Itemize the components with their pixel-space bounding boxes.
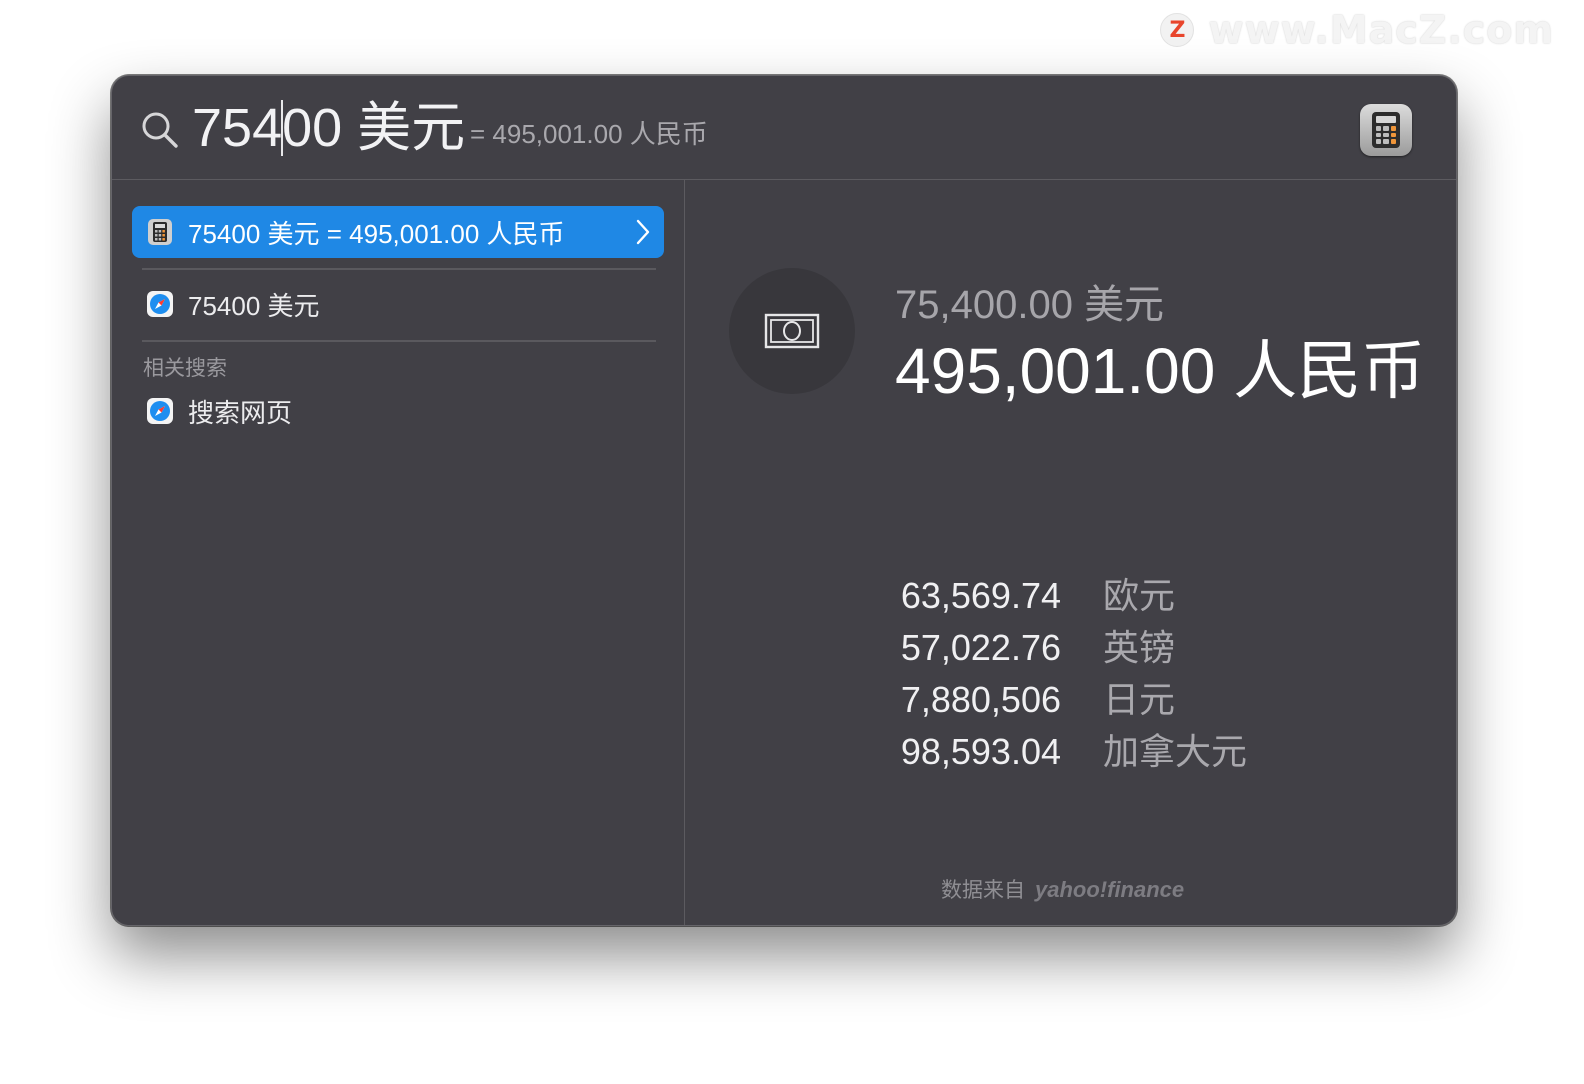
result-label: 75400 美元 = 495,001.00 人民币	[188, 218, 565, 249]
query-text-before-caret: 754	[192, 98, 283, 158]
converted-amount: 495,001.00 人民币	[895, 335, 1426, 407]
search-icon	[142, 112, 178, 148]
chevron-right-icon	[636, 219, 650, 245]
result-item-search-web[interactable]: 搜索网页	[132, 385, 664, 437]
query-text-after-caret: 00 美元	[282, 98, 466, 158]
section-header-related: 相关搜索	[143, 357, 227, 380]
result-item-conversion[interactable]: 75400 美元 = 495,001.00 人民币	[132, 206, 664, 258]
other-currencies: 63,569.74 欧元 57,022.76 英镑 7,880,506 日元 9…	[885, 576, 1247, 772]
calculator-icon	[148, 219, 172, 245]
macz-logo-icon: Z	[1160, 13, 1195, 47]
safari-icon	[147, 398, 173, 424]
spotlight-window: 754 00 美元 = 495,001.00 人民币 75400 美元 = 49…	[111, 75, 1457, 926]
rate-value-jpy: 7,880,506	[900, 679, 1061, 720]
search-bar: 754 00 美元 = 495,001.00 人民币	[112, 76, 1456, 180]
rate-currency-gbp: 英镑	[1103, 627, 1176, 668]
divider	[142, 340, 656, 342]
divider	[142, 268, 656, 270]
source-label: 数据来自	[941, 879, 1025, 902]
conversion-hint: = 495,001.00 人民币	[470, 119, 708, 149]
safari-icon	[147, 291, 173, 317]
rate-currency-cad: 加拿大元	[1103, 731, 1248, 772]
banknote-icon	[764, 313, 820, 349]
preview-pane: 75,400.00 美元 495,001.00 人民币 63,569.74 欧元…	[685, 180, 1456, 925]
rate-value-eur: 63,569.74	[900, 575, 1061, 616]
results-list: 75400 美元 = 495,001.00 人民币 75400 美元 相关搜索	[112, 180, 685, 925]
result-label: 75400 美元	[188, 290, 320, 321]
data-source-attribution: 数据来自 yahoo!finance	[941, 874, 1184, 904]
rate-value-cad: 98,593.04	[900, 731, 1061, 772]
rate-currency-eur: 欧元	[1103, 575, 1176, 616]
rate-currency-jpy: 日元	[1103, 679, 1176, 720]
search-input[interactable]: 754 00 美元	[192, 96, 465, 160]
watermark: Z www.MacZ.com	[1160, 8, 1554, 52]
yahoo-finance-logo[interactable]: yahoo!finance	[1035, 877, 1184, 903]
rate-value-gbp: 57,022.76	[900, 627, 1061, 668]
calculator-app-icon[interactable]	[1360, 104, 1412, 156]
currency-badge	[729, 268, 855, 394]
watermark-text: www.MacZ.com	[1208, 8, 1554, 52]
result-label: 搜索网页	[188, 397, 293, 428]
result-item-safari[interactable]: 75400 美元	[132, 278, 664, 330]
